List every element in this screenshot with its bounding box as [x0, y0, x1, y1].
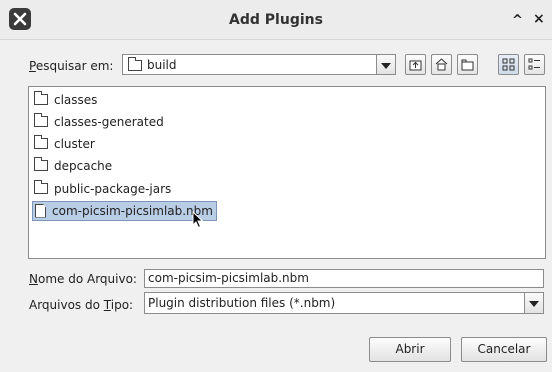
cancel-button[interactable]: Cancelar [461, 337, 547, 362]
chevron-down-icon[interactable] [376, 55, 395, 74]
file-list[interactable]: classes classes-generated cluster depcac… [28, 86, 546, 259]
filename-input[interactable]: com-picsim-picsimlab.nbm [144, 269, 544, 288]
home-button[interactable] [431, 54, 452, 75]
open-button[interactable]: Abrir [369, 337, 451, 362]
filetype-value: Plugin distribution files (*.nbm) [148, 296, 336, 310]
folder-icon [34, 157, 48, 171]
lookin-combobox[interactable]: build [122, 54, 396, 75]
list-item[interactable]: depcache [32, 156, 115, 176]
close-window-icon[interactable]: × [533, 11, 545, 27]
list-item[interactable]: public-package-jars [32, 179, 174, 199]
folder-icon [34, 113, 48, 127]
up-one-level-button[interactable] [405, 54, 426, 75]
lookin-label: Pesquisar em: [29, 59, 114, 73]
folder-icon [34, 91, 48, 105]
list-view-icon [502, 58, 515, 71]
lookin-value: build [147, 58, 177, 72]
new-folder-icon [461, 59, 474, 71]
list-item[interactable]: classes-generated [32, 112, 167, 132]
filetype-label: Arquivos do Tipo: [29, 298, 134, 312]
home-icon [435, 58, 448, 71]
folder-icon [34, 135, 48, 149]
filetype-combobox[interactable]: Plugin distribution files (*.nbm) [144, 292, 544, 314]
details-view-icon [528, 58, 540, 70]
folder-icon [34, 180, 48, 194]
filename-label: Nome do Arquivo: [29, 272, 137, 286]
list-item[interactable]: classes [32, 90, 100, 110]
list-item-selected[interactable]: com-picsim-picsimlab.nbm [32, 201, 217, 221]
mouse-pointer-icon [192, 211, 204, 229]
list-item[interactable]: cluster [32, 134, 98, 154]
file-icon [35, 203, 46, 218]
list-view-button[interactable] [498, 54, 519, 75]
chevron-down-icon[interactable] [524, 293, 543, 313]
maximize-chevron-icon[interactable]: ^ [512, 13, 523, 28]
up-folder-icon [409, 60, 422, 71]
window-title: Add Plugins [229, 12, 323, 28]
new-folder-button[interactable] [457, 54, 478, 75]
details-view-button[interactable] [524, 54, 545, 75]
folder-icon [128, 57, 142, 71]
title-bar[interactable]: Add Plugins ^ × [0, 0, 552, 40]
